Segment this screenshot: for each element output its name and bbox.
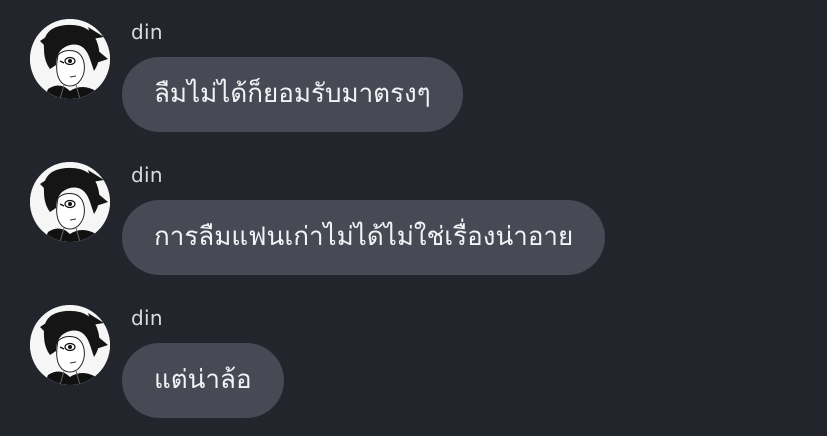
sender-name: din [131,306,163,330]
avatar[interactable] [30,305,110,385]
avatar-icon [30,305,110,385]
message: din แต่น่าล้อ [0,0,827,436]
message-bubble[interactable]: แต่น่าล้อ [122,343,284,418]
chat-thread: din ลืมไม่ได้ก็ยอมรับมาตรงๆ din การลืมแฟ… [0,0,827,436]
